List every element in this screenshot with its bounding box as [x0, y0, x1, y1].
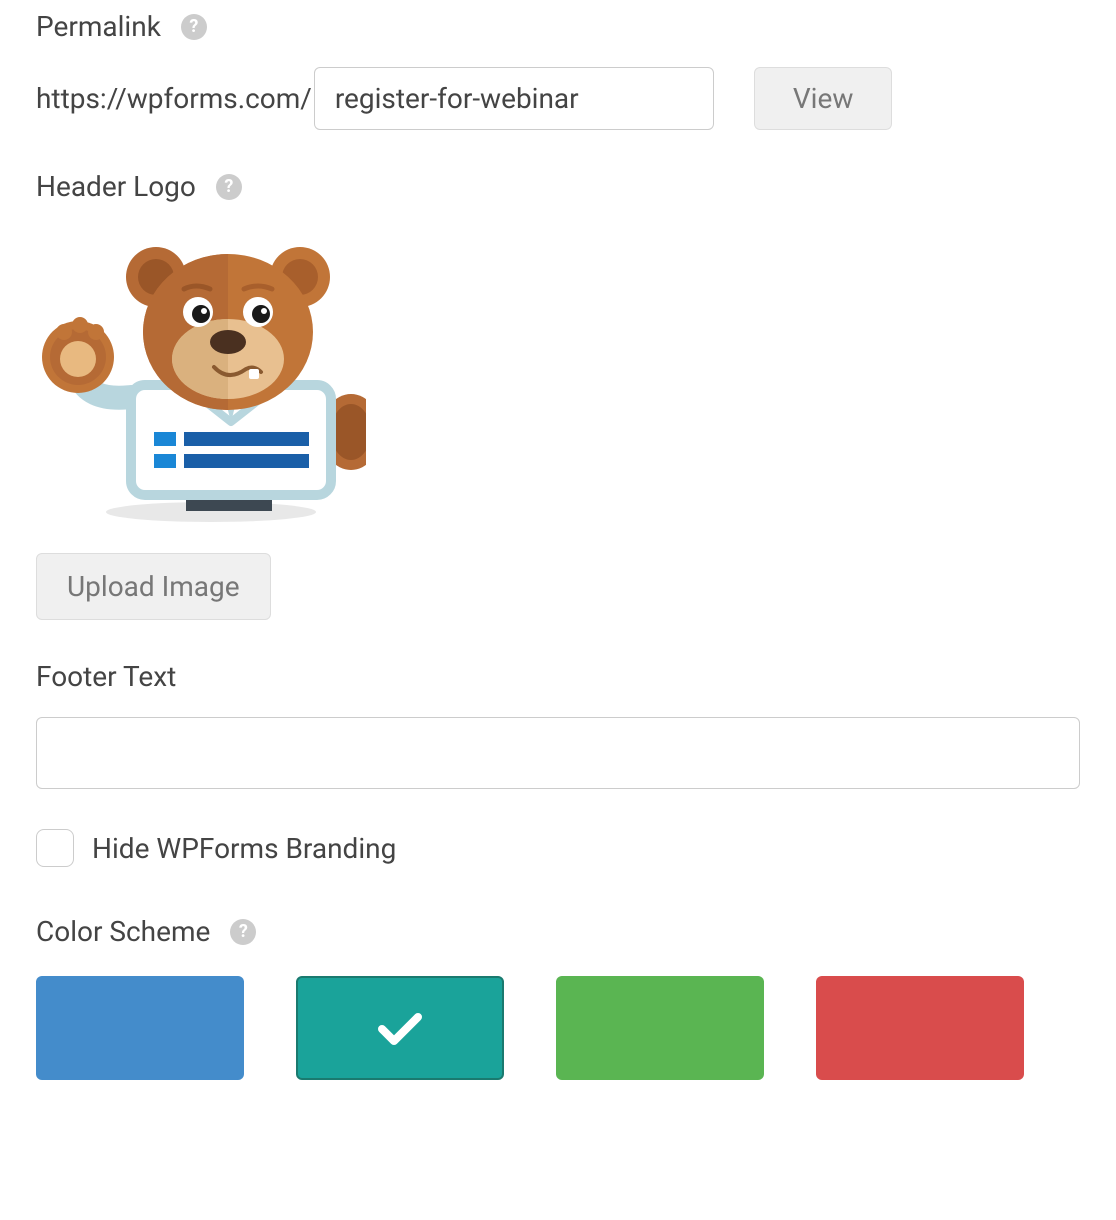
permalink-field: Permalink ? https://wpforms.com/ View [36, 10, 1080, 130]
color-swatch-0[interactable] [36, 976, 244, 1080]
logo-preview [36, 227, 366, 527]
header-logo-label-row: Header Logo ? [36, 170, 1080, 203]
color-scheme-field: Color Scheme ? [36, 915, 1080, 1080]
footer-text-label-row: Footer Text [36, 660, 1080, 693]
footer-text-label: Footer Text [36, 660, 176, 693]
permalink-slug-input[interactable] [314, 67, 714, 130]
hide-branding-checkbox[interactable] [36, 829, 74, 867]
view-button[interactable]: View [754, 67, 893, 130]
footer-text-field: Footer Text [36, 660, 1080, 789]
color-swatches [36, 976, 1080, 1080]
help-icon[interactable]: ? [181, 14, 207, 40]
help-icon[interactable]: ? [216, 174, 242, 200]
bear-mascot-icon [36, 227, 366, 527]
footer-text-input[interactable] [36, 717, 1080, 789]
color-swatch-2[interactable] [556, 976, 764, 1080]
help-icon[interactable]: ? [230, 919, 256, 945]
check-icon [378, 1011, 422, 1045]
hide-branding-label: Hide WPForms Branding [92, 832, 396, 865]
permalink-label: Permalink [36, 10, 161, 43]
color-swatch-3[interactable] [816, 976, 1024, 1080]
header-logo-label: Header Logo [36, 170, 196, 203]
color-swatch-1[interactable] [296, 976, 504, 1080]
permalink-input-row: https://wpforms.com/ View [36, 67, 1080, 130]
upload-image-button[interactable]: Upload Image [36, 553, 271, 620]
permalink-label-row: Permalink ? [36, 10, 1080, 43]
color-scheme-label: Color Scheme [36, 915, 210, 948]
header-logo-field: Header Logo ? [36, 170, 1080, 620]
permalink-base-url: https://wpforms.com/ [36, 82, 312, 115]
hide-branding-row: Hide WPForms Branding [36, 829, 1080, 867]
color-scheme-label-row: Color Scheme ? [36, 915, 1080, 948]
